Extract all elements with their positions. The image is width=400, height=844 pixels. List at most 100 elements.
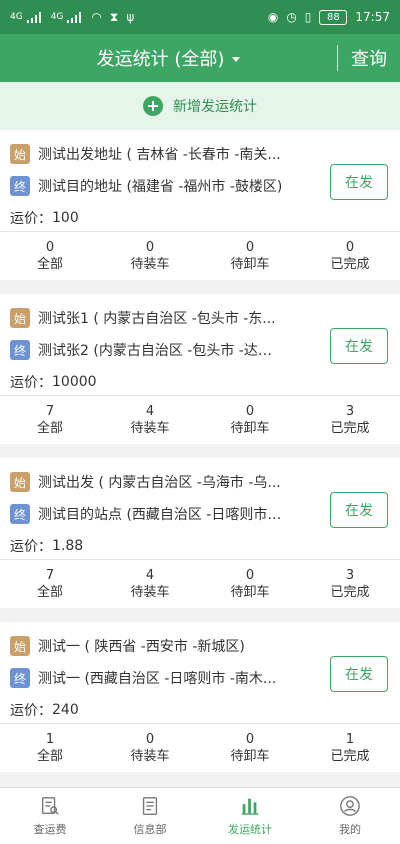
end-address: 测试目的地址 (福建省 -福州市 -鼓楼区) <box>38 179 283 195</box>
stat-label: 全部 <box>36 585 63 600</box>
user-icon <box>340 796 360 816</box>
stat-item[interactable]: 4 待装车 <box>100 560 200 608</box>
stat-label: 全部 <box>36 749 63 764</box>
tab-label: 我的 <box>339 823 361 836</box>
tab-label: 查运费 <box>33 823 67 836</box>
stat-item[interactable]: 3 已完成 <box>300 396 400 444</box>
stats-row: 1 全部 0 待装车 0 待卸车 1 已完成 <box>0 723 400 772</box>
in-transit-button[interactable]: 在发 <box>330 492 388 528</box>
shipment-card[interactable]: 始 测试出发 ( 内蒙古自治区 -乌海市 -乌... 终 测试目的站点 (西藏自… <box>0 458 400 608</box>
tab-profile[interactable]: 我的 <box>300 788 400 844</box>
stat-label: 已完成 <box>330 421 370 436</box>
start-tag: 始 <box>10 472 30 492</box>
end-tag: 终 <box>10 668 30 688</box>
stat-count: 0 <box>145 732 155 747</box>
price-value: 1.88 <box>52 538 84 554</box>
stat-item[interactable]: 0 待装车 <box>100 232 200 280</box>
stat-label: 待装车 <box>130 421 170 436</box>
stat-item[interactable]: 1 全部 <box>0 724 100 772</box>
add-shipment-label: 新增发运统计 <box>173 99 257 115</box>
stat-count: 0 <box>45 240 55 255</box>
stat-label: 已完成 <box>330 585 370 600</box>
stat-item[interactable]: 3 已完成 <box>300 560 400 608</box>
price-label: 运价： <box>10 375 52 391</box>
in-transit-button[interactable]: 在发 <box>330 164 388 200</box>
stat-item[interactable]: 0 待卸车 <box>200 724 300 772</box>
shipment-card[interactable]: 始 测试张1 ( 内蒙古自治区 -包头市 -东... 终 测试张2 (内蒙古自治… <box>0 294 400 444</box>
stat-label: 待装车 <box>130 585 170 600</box>
bar-chart-icon <box>241 798 259 815</box>
tab-bar: 查运费 信息部 发运统计 我的 <box>0 787 400 844</box>
clock-time: 17:57 <box>355 10 390 24</box>
stat-count: 7 <box>45 568 55 583</box>
stat-item[interactable]: 1 已完成 <box>300 724 400 772</box>
stats-row: 7 全部 4 待装车 0 待卸车 3 已完成 <box>0 559 400 608</box>
tab-info[interactable]: 信息部 <box>100 788 200 844</box>
title-dropdown[interactable]: 发运统计 (全部) <box>0 45 337 71</box>
signal-icon <box>67 11 83 23</box>
price-label: 运价： <box>10 703 52 719</box>
stats-row: 7 全部 4 待装车 0 待卸车 3 已完成 <box>0 395 400 444</box>
stat-item[interactable]: 4 待装车 <box>100 396 200 444</box>
start-tag: 始 <box>10 144 30 164</box>
stat-count: 3 <box>345 568 355 583</box>
page-title: 发运统计 (全部) <box>96 49 225 70</box>
stat-count: 1 <box>45 732 55 747</box>
shipment-card[interactable]: 始 测试出发地址 ( 吉林省 -长春市 -南关... 终 测试目的地址 (福建省… <box>0 130 400 280</box>
stat-count: 3 <box>345 404 355 419</box>
start-tag: 始 <box>10 636 30 656</box>
price-value: 100 <box>52 210 79 226</box>
end-address: 测试一 (西藏自治区 -日喀则市 -南木... <box>38 671 277 687</box>
alarm-icon: ◷ <box>286 10 297 24</box>
stat-count: 0 <box>245 240 255 255</box>
stat-label: 待卸车 <box>230 421 270 436</box>
query-button[interactable]: 查询 <box>338 45 400 71</box>
vibrate-icon: ▯ <box>304 10 312 24</box>
price-value: 10000 <box>52 374 97 390</box>
stat-item[interactable]: 0 待卸车 <box>200 560 300 608</box>
hourglass-icon: ⧗ <box>109 9 119 24</box>
status-bar: 4G 4G ◠ ⧗ ψ ◉ ◷ ▯ 88 17:57 <box>0 0 400 34</box>
stat-count: 4 <box>145 404 155 419</box>
signal-icon <box>26 11 43 23</box>
tab-shipping-stats[interactable]: 发运统计 <box>200 788 300 844</box>
in-transit-button[interactable]: 在发 <box>330 328 388 364</box>
stat-label: 待卸车 <box>230 257 270 272</box>
start-address: 测试出发地址 ( 吉林省 -长春市 -南关... <box>38 147 281 163</box>
stat-item[interactable]: 7 全部 <box>0 396 100 444</box>
tab-freight[interactable]: 查运费 <box>0 788 100 844</box>
stat-count: 0 <box>245 404 255 419</box>
in-transit-button[interactable]: 在发 <box>330 656 388 692</box>
app-bar: 发运统计 (全部) 查询 <box>0 34 400 82</box>
stats-row: 0 全部 0 待装车 0 待卸车 0 已完成 <box>0 231 400 280</box>
price-label: 运价： <box>10 211 52 227</box>
stat-count: 1 <box>345 732 355 747</box>
stat-label: 待装车 <box>130 257 170 272</box>
add-shipment-button[interactable]: 新增发运统计 <box>0 82 400 130</box>
stat-label: 全部 <box>36 257 63 272</box>
stat-count: 0 <box>145 240 155 255</box>
chevron-down-icon <box>232 56 241 62</box>
plus-icon <box>143 96 163 116</box>
battery-icon: 88 <box>319 9 348 25</box>
start-address: 测试一 ( 陕西省 -西安市 -新城区) <box>38 639 245 655</box>
end-tag: 终 <box>10 504 30 524</box>
wifi-icon: ◠ <box>91 10 102 24</box>
tab-label: 信息部 <box>133 823 167 836</box>
stat-item[interactable]: 0 待卸车 <box>200 396 300 444</box>
stat-item[interactable]: 7 全部 <box>0 560 100 608</box>
stat-item[interactable]: 0 待卸车 <box>200 232 300 280</box>
stat-item[interactable]: 0 已完成 <box>300 232 400 280</box>
end-address: 测试张2 (内蒙古自治区 -包头市 -达尔... <box>38 343 283 359</box>
shipment-list: 始 测试出发地址 ( 吉林省 -长春市 -南关... 终 测试目的地址 (福建省… <box>0 130 400 786</box>
shipment-card[interactable]: 始 测试一 ( 陕西省 -西安市 -新城区) 终 测试一 (西藏自治区 -日喀则… <box>0 622 400 772</box>
stat-label: 待装车 <box>130 749 170 764</box>
stat-item[interactable]: 0 全部 <box>0 232 100 280</box>
end-tag: 终 <box>10 176 30 196</box>
stat-item[interactable]: 0 待装车 <box>100 724 200 772</box>
price-value: 240 <box>52 702 79 718</box>
start-tag: 始 <box>10 308 30 328</box>
stat-count: 4 <box>145 568 155 583</box>
stat-label: 待卸车 <box>230 749 270 764</box>
stat-count: 0 <box>245 732 255 747</box>
